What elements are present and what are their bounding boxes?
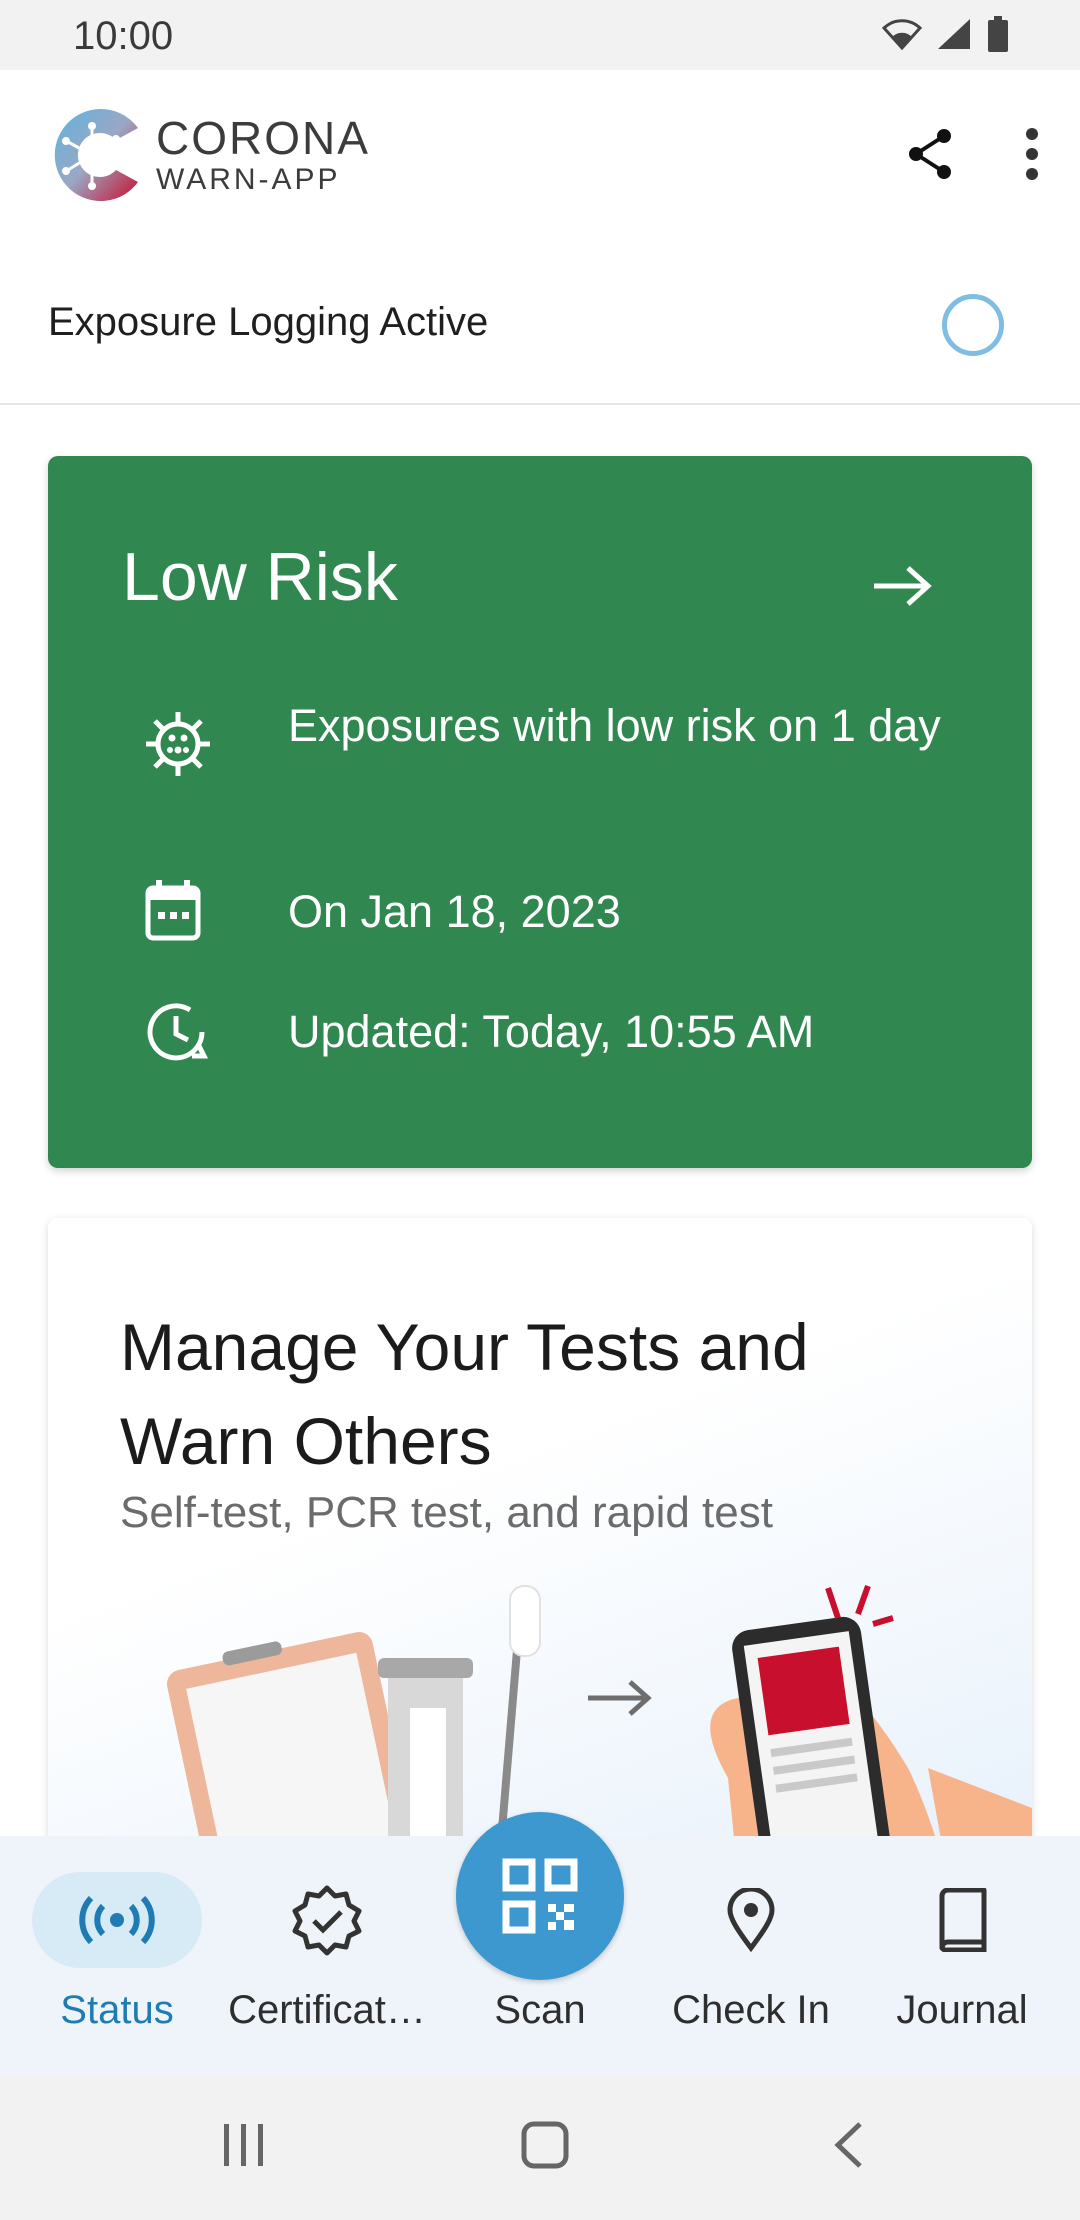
scan-button[interactable] (456, 1812, 624, 1980)
virus-icon (146, 712, 210, 776)
exposure-logging-label: Exposure Logging Active (48, 300, 489, 344)
battery-icon (988, 16, 1008, 52)
nav-item-status[interactable]: Status (12, 1836, 222, 2076)
signal-icon (938, 19, 970, 49)
qr-code-icon (502, 1858, 578, 1934)
calendar-icon (145, 880, 201, 941)
app-logo: CORONA WARN-APP (46, 100, 370, 210)
nav-item-journal[interactable]: Journal (857, 1836, 1067, 2076)
recent-apps-icon[interactable] (220, 2120, 268, 2170)
status-time: 10:00 (73, 14, 174, 58)
nav-label-journal: Journal (896, 1988, 1028, 2032)
more-vert-icon[interactable] (1024, 128, 1040, 180)
nav-label-scan: Scan (494, 1988, 586, 2032)
risk-title: Low Risk (122, 539, 398, 615)
nav-label-certificates: Certificat… (228, 1988, 426, 2032)
arrow-right-icon (874, 566, 932, 606)
clock-refresh-icon (147, 1003, 208, 1061)
book-icon (939, 1888, 987, 1952)
app-header: CORONA WARN-APP (0, 70, 1080, 240)
exposure-status-ring (942, 294, 1004, 356)
system-navigation-bar (0, 2076, 1080, 2220)
nav-label-status: Status (60, 1988, 174, 2032)
test-card-title: Manage Your Tests and Warn Others (120, 1310, 809, 1478)
screen: 10:00 CORONA WARN-APP Exposure Logging A… (0, 0, 1080, 2220)
risk-date-text: On Jan 18, 2023 (288, 886, 621, 937)
nav-item-certificates[interactable]: Certificat… (222, 1836, 432, 2076)
certificate-icon (292, 1885, 362, 1956)
back-icon[interactable] (830, 2120, 866, 2170)
nav-label-check-in: Check In (672, 1988, 830, 2032)
corona-logo-icon (54, 109, 138, 201)
nav-item-check-in[interactable]: Check In (646, 1836, 856, 2076)
share-icon[interactable] (906, 128, 954, 180)
exposure-logging-row[interactable]: Exposure Logging Active (0, 270, 1080, 405)
risk-exposures-text: Exposures with low risk on 1 day (288, 700, 941, 751)
broadcast-icon (79, 1895, 155, 1945)
home-icon[interactable] (520, 2120, 570, 2170)
wifi-icon (882, 19, 922, 50)
status-bar: 10:00 (0, 0, 1080, 70)
location-pin-icon (727, 1888, 775, 1952)
test-card-subtitle: Self-test, PCR test, and rapid test (120, 1488, 773, 1537)
logo-title: CORONA (156, 112, 370, 164)
risk-updated-text: Updated: Today, 10:55 AM (288, 1006, 815, 1057)
system-icons (882, 16, 1010, 52)
manage-tests-card[interactable]: Manage Your Tests and Warn Others Self-t… (48, 1218, 1032, 1858)
risk-card[interactable]: Low Risk Exposures with low risk on 1 da… (48, 456, 1032, 1168)
logo-subtitle: WARN-APP (156, 163, 341, 196)
